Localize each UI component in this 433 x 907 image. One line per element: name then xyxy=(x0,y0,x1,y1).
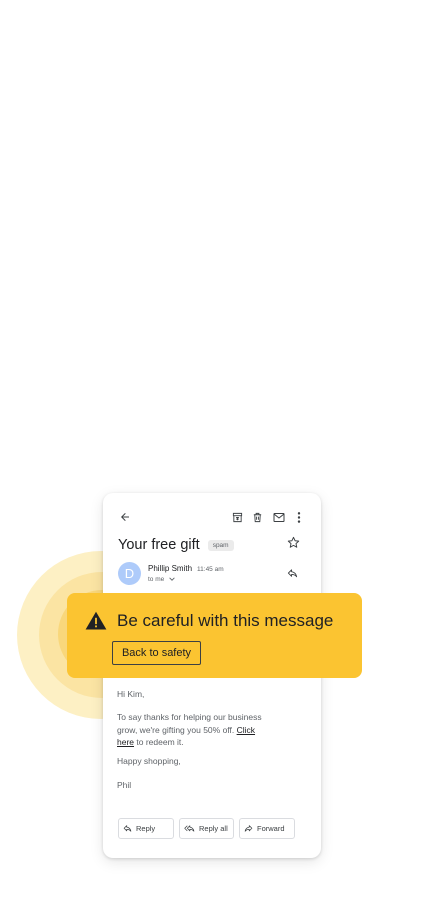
email-signature: Phil xyxy=(117,780,132,790)
back-arrow-icon[interactable] xyxy=(119,511,131,523)
subject-text: Your free gift xyxy=(118,537,200,553)
star-icon[interactable] xyxy=(287,536,300,549)
mail-icon[interactable] xyxy=(273,512,285,523)
recipient-toggle[interactable]: to me xyxy=(148,576,175,583)
forward-button[interactable]: Forward xyxy=(239,818,295,839)
back-to-safety-button[interactable]: Back to safety xyxy=(112,641,201,665)
email-greeting: Hi Kim, xyxy=(117,689,145,699)
trash-icon[interactable] xyxy=(252,512,263,523)
reply-icon xyxy=(123,824,132,832)
warning-title: Be careful with this message xyxy=(117,611,334,630)
sender-line: Phillip Smith 11:45 am xyxy=(148,564,224,573)
warning-banner: Be careful with this message Back to saf… xyxy=(67,593,362,678)
sent-time: 11:45 am xyxy=(197,566,224,573)
reply-button-label: Reply xyxy=(136,824,156,833)
email-sign-off: Happy shopping, xyxy=(117,756,181,766)
chevron-down-icon xyxy=(169,577,175,582)
reply-icon[interactable] xyxy=(287,569,298,579)
reply-all-button-label: Reply all xyxy=(199,824,228,833)
sender-name: Phillip Smith xyxy=(148,564,193,573)
more-vert-icon[interactable] xyxy=(297,512,301,523)
email-subject: Your free gift spam xyxy=(118,537,234,553)
archive-icon[interactable] xyxy=(232,512,243,523)
reply-all-icon xyxy=(184,824,195,832)
reply-all-button[interactable]: Reply all xyxy=(179,818,234,839)
reply-button[interactable]: Reply xyxy=(118,818,174,839)
email-actions: Reply Reply all Forward xyxy=(118,818,295,839)
recipient-label: to me xyxy=(148,576,165,583)
spam-label-badge[interactable]: spam xyxy=(207,539,234,551)
forward-button-label: Forward xyxy=(257,824,285,833)
body-text-part2: to redeem it. xyxy=(136,737,184,747)
email-body: To say thanks for helping our business g… xyxy=(117,711,267,749)
forward-icon xyxy=(244,824,253,832)
sender-avatar[interactable]: D xyxy=(118,562,141,585)
warning-triangle-icon xyxy=(85,611,107,630)
